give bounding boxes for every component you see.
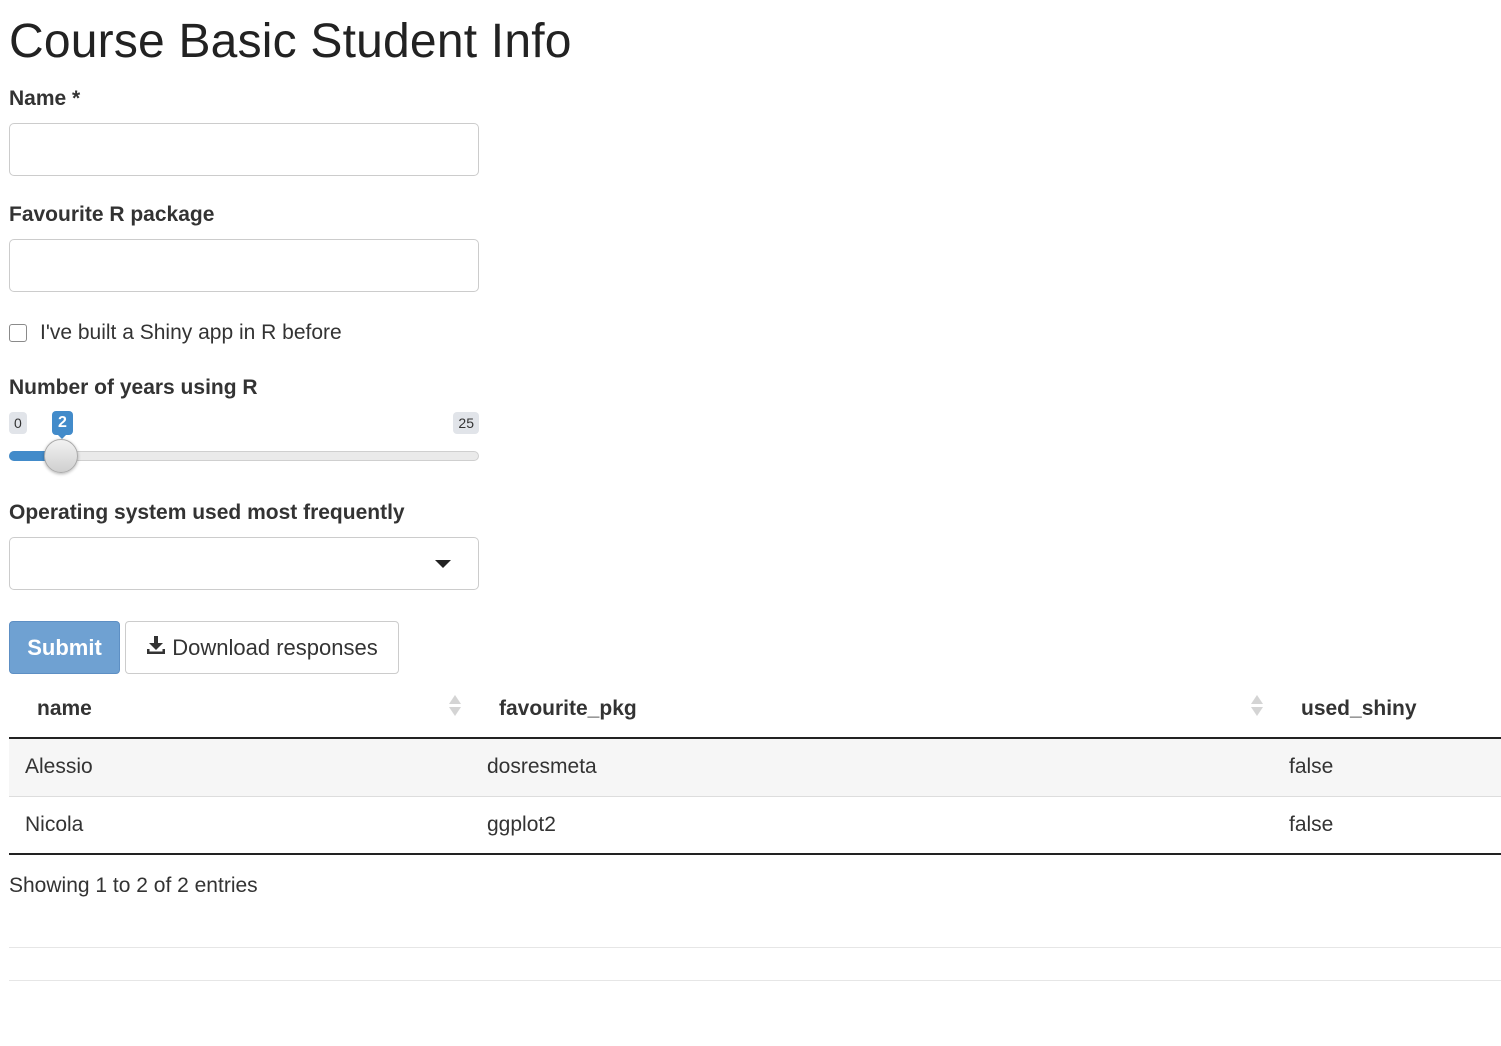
download-button-label: Download responses	[172, 634, 378, 660]
years-slider[interactable]: 0 2 25	[9, 408, 479, 474]
column-header-favourite-pkg[interactable]: favourite_pkg	[471, 680, 1273, 739]
slider-track[interactable]	[9, 451, 479, 461]
column-header-label: used_shiny	[1301, 696, 1417, 720]
divider	[9, 947, 1501, 948]
shiny-checkbox-label: I've built a Shiny app in R before	[40, 321, 342, 344]
submit-button[interactable]: Submit	[9, 621, 120, 674]
table-cell: Nicola	[9, 795, 471, 855]
table-cell: dosresmeta	[471, 737, 1273, 796]
column-header-label: favourite_pkg	[499, 696, 637, 720]
table-row[interactable]: Nicola ggplot2 false	[9, 795, 1501, 855]
name-input[interactable]	[9, 123, 479, 176]
years-label: Number of years using R	[9, 376, 258, 399]
table-row[interactable]: Alessio dosresmeta false	[9, 737, 1501, 796]
favourite-pkg-label: Favourite R package	[9, 203, 215, 226]
download-responses-button[interactable]: Download responses	[125, 621, 399, 674]
shiny-checkbox[interactable]	[9, 324, 27, 342]
divider	[9, 980, 1501, 981]
table-cell: false	[1273, 737, 1501, 796]
sort-icon	[449, 694, 461, 718]
slider-handle[interactable]	[44, 439, 78, 473]
slider-max-label: 25	[453, 412, 479, 434]
os-select[interactable]	[9, 537, 479, 590]
download-icon	[146, 635, 166, 661]
os-label: Operating system used most frequently	[9, 501, 405, 524]
page-title: Course Basic Student Info	[9, 15, 572, 68]
responses-table: name favourite_pkg used_shiny Alessio do…	[9, 680, 1501, 855]
table-cell: false	[1273, 795, 1501, 855]
caret-down-icon	[435, 560, 451, 568]
slider-value-label: 2	[52, 411, 73, 439]
shiny-checkbox-row[interactable]: I've built a Shiny app in R before	[9, 320, 342, 346]
favourite-pkg-input[interactable]	[9, 239, 479, 292]
table-info: Showing 1 to 2 of 2 entries	[9, 874, 258, 897]
column-header-name[interactable]: name	[9, 680, 471, 739]
sort-icon	[1251, 694, 1263, 718]
column-header-used-shiny[interactable]: used_shiny	[1273, 680, 1501, 739]
table-cell: Alessio	[9, 737, 471, 796]
name-label: Name *	[9, 87, 81, 110]
column-header-label: name	[37, 696, 92, 720]
table-cell: ggplot2	[471, 795, 1273, 855]
slider-min-label: 0	[9, 412, 27, 434]
table-header-row: name favourite_pkg used_shiny	[9, 680, 1501, 739]
